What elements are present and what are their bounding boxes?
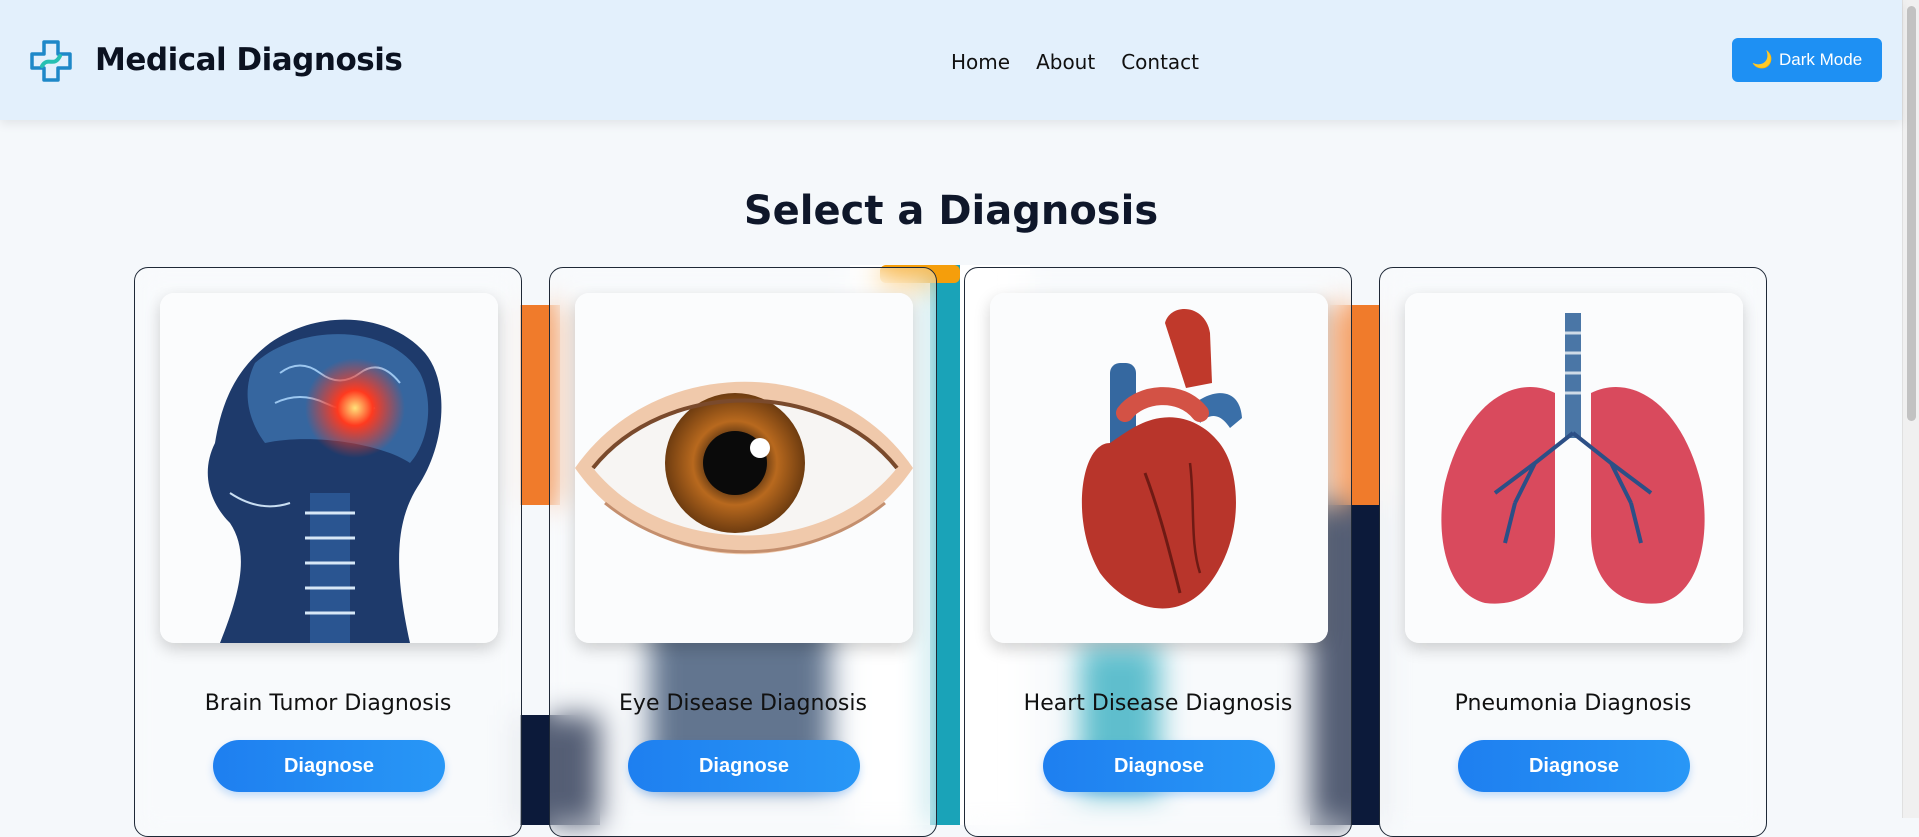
lungs-image <box>1405 293 1743 643</box>
diagnose-eye-button[interactable]: Diagnose <box>628 740 860 792</box>
eye-image <box>575 293 913 643</box>
main-nav: Home About Contact <box>951 50 1199 74</box>
navbar: Medical Diagnosis Home About Contact 🌙 D… <box>0 0 1902 120</box>
card-title: Pneumonia Diagnosis <box>1454 691 1692 716</box>
lungs-illustration <box>1405 293 1743 643</box>
brain-xray-illustration <box>160 293 498 643</box>
moon-icon: 🌙 <box>1751 50 1774 69</box>
medical-cross-logo-icon[interactable] <box>28 38 74 84</box>
scrollbar-thumb[interactable] <box>1907 6 1916 421</box>
heart-image <box>990 293 1328 643</box>
diagnose-brain-button[interactable]: Diagnose <box>213 740 445 792</box>
card-title: Brain Tumor Diagnosis <box>204 691 452 716</box>
dark-mode-label: Dark Mode <box>1779 50 1863 69</box>
diagnosis-card-brain: Brain Tumor Diagnosis Diagnose <box>134 267 522 837</box>
card-title: Heart Disease Diagnosis <box>1023 691 1293 716</box>
diagnosis-card-pneumonia: Pneumonia Diagnosis Diagnose <box>1379 267 1767 837</box>
brain-xray-image <box>160 293 498 643</box>
page-scrollbar[interactable] <box>1902 0 1919 818</box>
brand-title[interactable]: Medical Diagnosis <box>95 42 403 78</box>
nav-about-link[interactable]: About <box>1036 50 1095 74</box>
diagnosis-card-heart: Heart Disease Diagnosis Diagnose <box>964 267 1352 837</box>
dark-mode-button[interactable]: 🌙 Dark Mode <box>1732 38 1882 82</box>
diagnosis-card-eye: Eye Disease Diagnosis Diagnose <box>549 267 937 837</box>
diagnose-pneumonia-button[interactable]: Diagnose <box>1458 740 1690 792</box>
page-title: Select a Diagnosis <box>743 188 1159 234</box>
eye-illustration <box>575 293 913 643</box>
card-title: Eye Disease Diagnosis <box>619 691 867 716</box>
diagnose-heart-button[interactable]: Diagnose <box>1043 740 1275 792</box>
nav-contact-link[interactable]: Contact <box>1121 50 1199 74</box>
heart-illustration <box>990 293 1328 643</box>
nav-home-link[interactable]: Home <box>951 50 1010 74</box>
